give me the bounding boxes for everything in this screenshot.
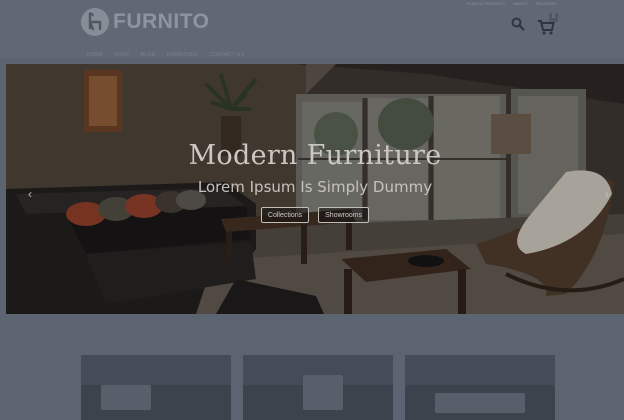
top-link-about[interactable]: ABOUT [513,1,528,6]
tile-image [303,375,343,410]
nav-item-contact-us[interactable]: CONTACT US [209,52,244,58]
nav-item-blog[interactable]: BLOG [141,52,156,58]
site-logo[interactable]: FURNITO [81,8,209,36]
category-tiles [81,355,555,420]
cart-button[interactable]: 0 [537,12,558,36]
category-tile[interactable] [243,355,393,420]
chair-logo-icon [81,8,109,36]
category-tile[interactable] [81,355,231,420]
category-tile[interactable] [405,355,555,420]
nav-item-furniture[interactable]: FURNITURE [167,52,199,58]
logo-text: FURNITO [113,10,210,33]
main-nav: HOME SHOP BLOG FURNITURE CONTACT US [87,52,244,58]
nav-item-shop[interactable]: SHOP [114,52,129,58]
collections-button[interactable]: Collections [260,207,310,223]
top-links: PUBLIC PRODUCT ABOUT REVIEWS [467,1,556,6]
hero-subtitle: Lorem Ipsum Is Simply Dummy [197,178,433,196]
search-icon[interactable] [511,17,525,36]
hero-title: Modern Furniture [188,140,442,171]
hero-buttons: Collections Showrooms [6,207,624,223]
tile-image [101,385,151,410]
nav-item-home[interactable]: HOME [87,52,103,58]
cart-count-badge: 0 [549,12,558,22]
top-link-reviews[interactable]: REVIEWS [536,1,556,6]
top-link-public-product[interactable]: PUBLIC PRODUCT [467,1,505,6]
showrooms-button[interactable]: Showrooms [318,207,370,223]
slider-next-arrow-icon[interactable]: › [600,184,614,204]
slider-prev-arrow-icon[interactable]: ‹ [23,184,37,204]
header-icons: 0 [511,12,558,36]
tile-image [435,393,525,413]
site-header: PUBLIC PRODUCT ABOUT REVIEWS FURNITO 0 H… [0,0,624,58]
hero-slider: Modern Furniture Lorem Ipsum Is Simply D… [6,64,624,314]
